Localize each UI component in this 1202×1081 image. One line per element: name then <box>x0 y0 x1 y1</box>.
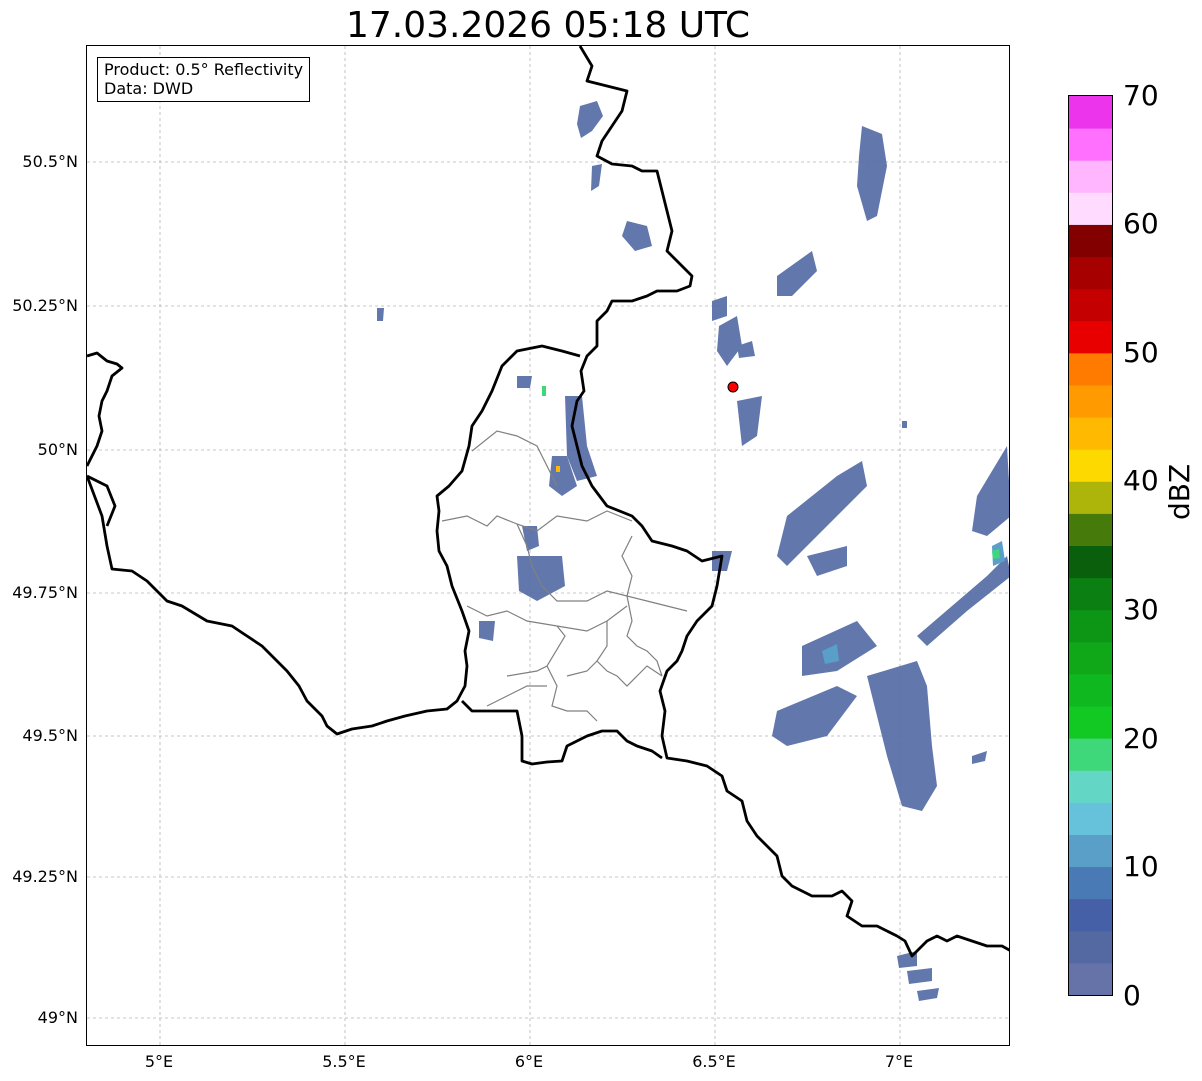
colorbar-segment <box>1069 449 1112 482</box>
colorbar-segment <box>1069 481 1112 514</box>
colorbar-segment <box>1069 128 1112 161</box>
map-canvas <box>87 46 1009 1045</box>
map-title: 17.03.2026 05:18 UTC <box>345 5 751 46</box>
colorbar-segment <box>1069 609 1112 643</box>
lon-tick-label: 5°E <box>144 1052 174 1071</box>
colorbar-tick: 10 <box>1123 850 1159 883</box>
colorbar-segment <box>1069 320 1112 354</box>
colorbar-tick: 0 <box>1123 979 1141 1012</box>
colorbar-segment <box>1069 256 1112 290</box>
radar-echoes <box>377 101 1009 1001</box>
colorbar-tick: 30 <box>1123 593 1159 626</box>
product-label: Product: 0.5° Reflectivity <box>104 60 304 79</box>
colorbar-segment <box>1069 930 1112 964</box>
colorbar-segment <box>1069 352 1112 386</box>
colorbar-tick: 40 <box>1123 464 1159 497</box>
colorbar-segment <box>1069 513 1112 546</box>
lon-tick-label: 7°E <box>884 1052 914 1071</box>
lat-tick-label: 49.5°N <box>22 726 78 745</box>
colorbar-segment <box>1069 96 1112 129</box>
colorbar-segment <box>1069 802 1112 835</box>
lat-tick-label: 50°N <box>37 440 78 459</box>
colorbar-segment <box>1069 160 1112 193</box>
colorbar-segment <box>1069 962 1112 995</box>
colorbar-segment <box>1069 545 1112 579</box>
colorbar-segment <box>1069 898 1112 932</box>
colorbar-segment <box>1069 673 1112 707</box>
colorbar-segment <box>1069 577 1112 611</box>
colorbar-gradient <box>1069 96 1112 995</box>
colorbar-segment <box>1069 866 1112 900</box>
radar-map[interactable] <box>86 45 1010 1046</box>
colorbar-tick: 50 <box>1123 336 1159 369</box>
colorbar-segment <box>1069 384 1112 418</box>
lon-tick-label: 6.5°E <box>692 1052 736 1071</box>
colorbar-segment <box>1069 288 1112 322</box>
info-box: Product: 0.5° Reflectivity Data: DWD <box>97 57 311 102</box>
lat-tick-label: 50.25°N <box>12 296 78 315</box>
colorbar-label: dBZ <box>1163 463 1196 520</box>
colorbar-segment <box>1069 224 1112 258</box>
colorbar-segment <box>1069 192 1112 225</box>
colorbar-tick: 70 <box>1123 79 1159 112</box>
colorbar-segment <box>1069 770 1112 803</box>
lat-tick-label: 49.75°N <box>12 583 78 602</box>
colorbar-tick: 60 <box>1123 207 1159 240</box>
colorbar-segment <box>1069 417 1112 450</box>
data-source-label: Data: DWD <box>104 79 194 98</box>
colorbar-segment <box>1069 834 1112 868</box>
radar-site-marker[interactable] <box>727 381 739 393</box>
colorbar-tick: 20 <box>1123 722 1159 755</box>
lat-tick-label: 50.5°N <box>22 152 78 171</box>
lon-tick-label: 6°E <box>514 1052 544 1071</box>
colorbar-segment <box>1069 738 1112 771</box>
lat-tick-label: 49°N <box>37 1008 78 1027</box>
lon-tick-label: 5.5°E <box>322 1052 366 1071</box>
colorbar <box>1068 95 1113 996</box>
colorbar-segment <box>1069 706 1112 739</box>
lat-tick-label: 49.25°N <box>12 867 78 886</box>
colorbar-segment <box>1069 641 1112 675</box>
